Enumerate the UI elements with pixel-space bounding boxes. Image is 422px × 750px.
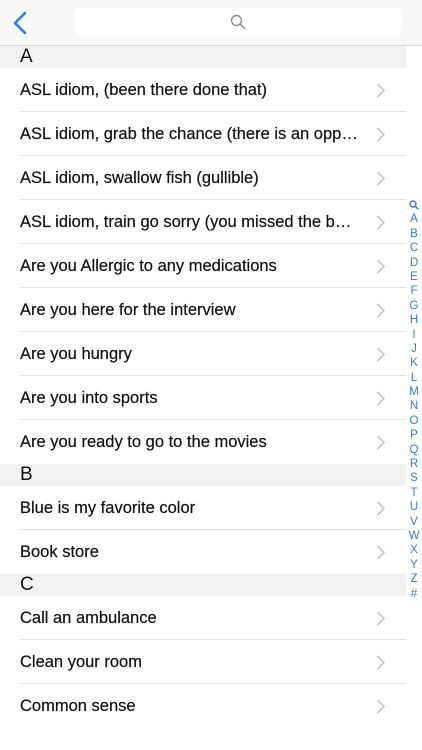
- index-letter[interactable]: T: [410, 486, 417, 500]
- list-item-label: Are you here for the interview: [20, 300, 236, 319]
- list-item[interactable]: ASL idiom, train go sorry (you missed th…: [0, 200, 406, 244]
- index-letter[interactable]: R: [410, 457, 418, 471]
- index-letter[interactable]: P: [410, 428, 418, 442]
- index-letter[interactable]: C: [410, 241, 418, 255]
- index-letter[interactable]: O: [410, 414, 419, 428]
- chevron-right-icon: [377, 391, 385, 406]
- index-letter[interactable]: I: [412, 328, 415, 342]
- index-letter[interactable]: L: [411, 371, 417, 385]
- index-letter[interactable]: D: [410, 256, 418, 270]
- index-letter[interactable]: S: [410, 471, 418, 485]
- list-item[interactable]: Common sense: [0, 684, 406, 728]
- chevron-right-icon: [377, 259, 385, 274]
- index-letter[interactable]: B: [410, 227, 418, 241]
- list-item-label: Are you into sports: [20, 388, 158, 407]
- list-item-label: Are you Allergic to any medications: [20, 256, 277, 275]
- index-letter[interactable]: K: [410, 356, 418, 370]
- chevron-right-icon: [377, 215, 385, 230]
- chevron-right-icon: [377, 611, 385, 626]
- list-item[interactable]: Are you here for the interview: [0, 288, 406, 332]
- index-letter[interactable]: W: [409, 529, 420, 543]
- chevron-right-icon: [377, 501, 385, 516]
- list-item-label: ASL idiom, grab the chance (there is an …: [20, 124, 360, 143]
- index-letter[interactable]: V: [410, 515, 418, 529]
- list-item-label: Call an ambulance: [20, 608, 157, 627]
- list-item-label: Are you hungry: [20, 344, 132, 363]
- list-item-label: ASL idiom, train go sorry (you missed th…: [20, 212, 360, 231]
- index-letter[interactable]: F: [410, 284, 417, 298]
- list-item-label: Clean your room: [20, 652, 142, 671]
- chevron-right-icon: [377, 127, 385, 142]
- index-letter[interactable]: E: [410, 270, 418, 284]
- list-item-label: Blue is my favorite color: [20, 498, 196, 517]
- list-item-label: Book store: [20, 542, 99, 561]
- list-item-label: ASL idiom, (been there done that): [20, 80, 268, 99]
- index-letter[interactable]: Y: [410, 558, 418, 572]
- section-header: A: [0, 46, 406, 68]
- index-letter[interactable]: H: [410, 313, 418, 327]
- phrase-list: A ASL idiom, (been there done that) ASL id…: [0, 46, 406, 728]
- navigation-bar: [0, 0, 422, 46]
- index-letter[interactable]: #: [411, 587, 417, 601]
- index-letter[interactable]: N: [410, 399, 418, 413]
- chevron-left-icon: [13, 11, 27, 35]
- index-search-icon[interactable]: [409, 198, 419, 212]
- section-header: C: [0, 574, 406, 596]
- list-item-label: ASL idiom, swallow fish (gullible): [20, 168, 259, 187]
- chevron-right-icon: [377, 303, 385, 318]
- section-index: A B C D E F G H I J K L M N O P Q R S T U V W X Y Z #: [406, 198, 422, 601]
- index-letter[interactable]: X: [410, 543, 418, 557]
- chevron-right-icon: [377, 655, 385, 670]
- list-item[interactable]: Clean your room: [0, 640, 406, 684]
- list-item[interactable]: Book store: [0, 530, 406, 574]
- list-item[interactable]: Are you hungry: [0, 332, 406, 376]
- list-item[interactable]: Are you ready to go to the movies: [0, 420, 406, 464]
- list-item[interactable]: Blue is my favorite color: [0, 486, 406, 530]
- list-item[interactable]: ASL idiom, (been there done that): [0, 68, 406, 112]
- list-item-label: Common sense: [20, 696, 136, 715]
- search-input[interactable]: [74, 8, 406, 38]
- list-item[interactable]: ASL idiom, swallow fish (gullible): [0, 156, 406, 200]
- search-icon: [409, 200, 419, 210]
- index-letter[interactable]: A: [410, 212, 418, 226]
- list-item[interactable]: Are you into sports: [0, 376, 406, 420]
- index-letter[interactable]: J: [411, 342, 417, 356]
- list-item-label: Are you ready to go to the movies: [20, 432, 267, 451]
- index-letter[interactable]: Z: [410, 572, 417, 586]
- chevron-right-icon: [377, 435, 385, 450]
- chevron-right-icon: [377, 83, 385, 98]
- search-bar[interactable]: [74, 8, 406, 38]
- back-button[interactable]: [6, 8, 34, 38]
- index-letter[interactable]: G: [410, 299, 419, 313]
- index-letter[interactable]: Q: [410, 443, 419, 457]
- chevron-right-icon: [377, 545, 385, 560]
- list-item[interactable]: Call an ambulance: [0, 596, 406, 640]
- index-letter[interactable]: M: [409, 385, 419, 399]
- section-header: B: [0, 464, 406, 486]
- chevron-right-icon: [377, 347, 385, 362]
- list-item[interactable]: Are you Allergic to any medications: [0, 244, 406, 288]
- index-letter[interactable]: U: [410, 500, 418, 514]
- list-item[interactable]: ASL idiom, grab the chance (there is an …: [0, 112, 406, 156]
- chevron-right-icon: [377, 699, 385, 714]
- chevron-right-icon: [377, 171, 385, 186]
